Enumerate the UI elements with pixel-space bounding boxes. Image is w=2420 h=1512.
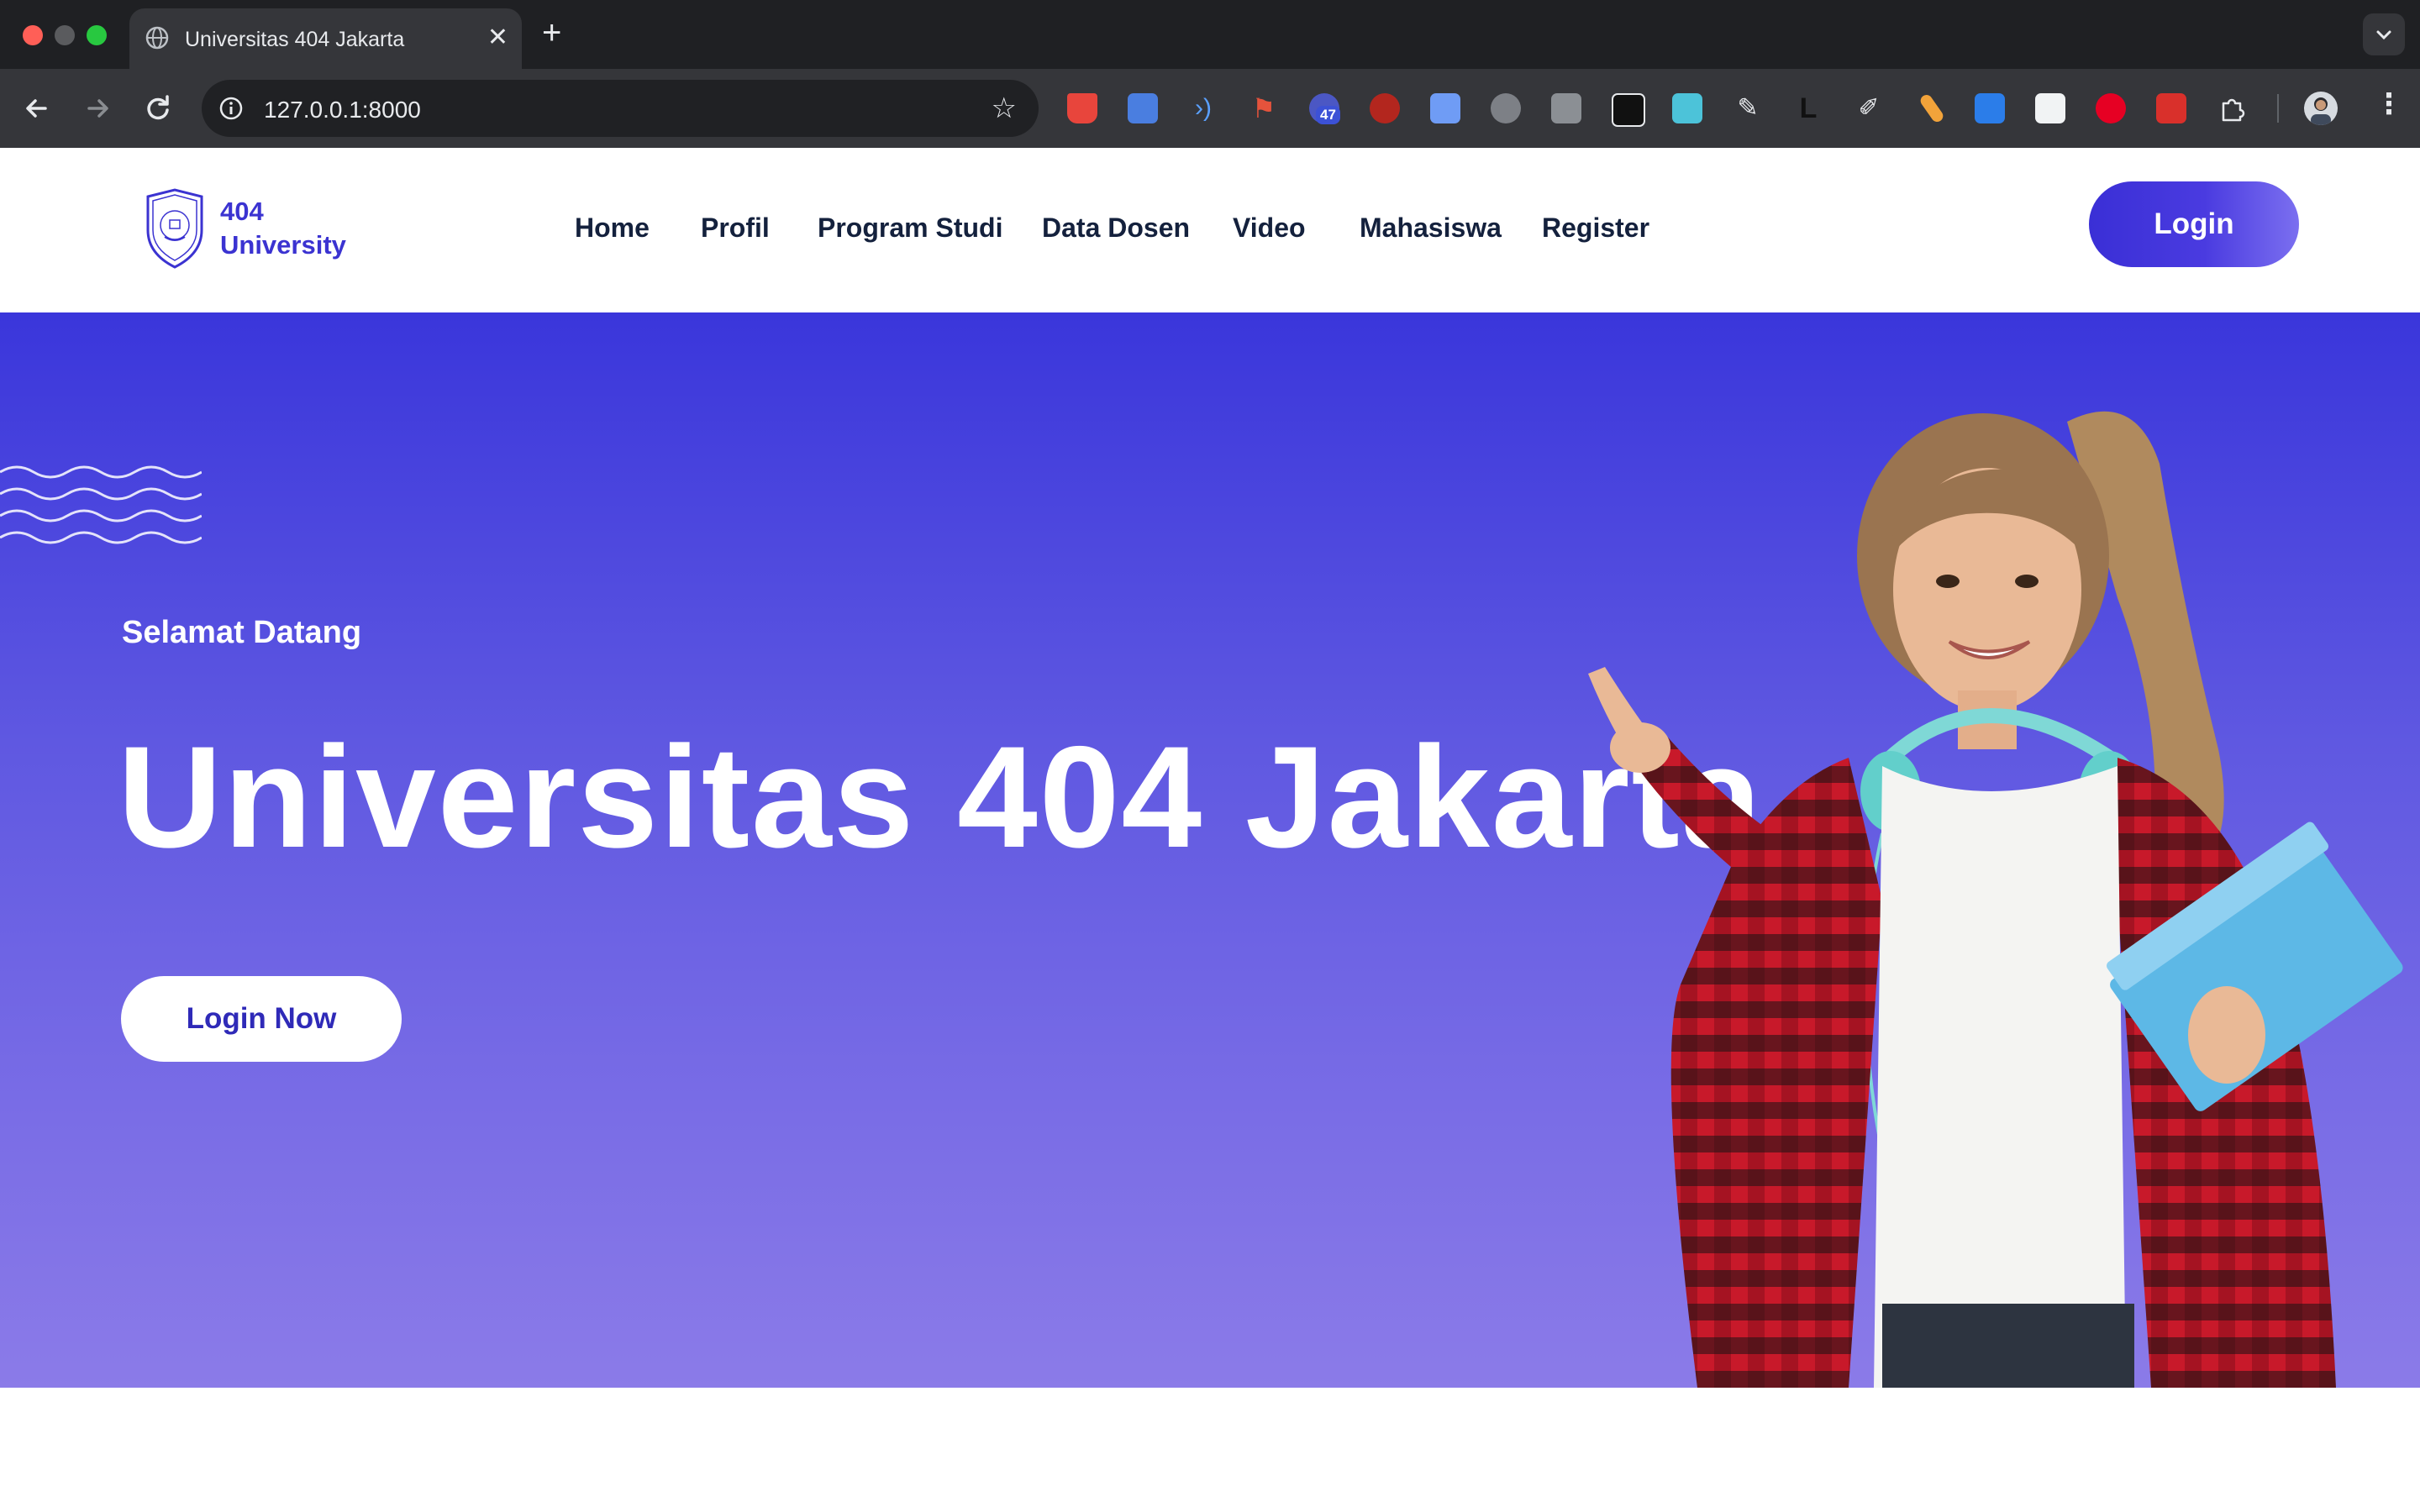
close-window-button[interactable] bbox=[23, 25, 43, 45]
extension-badge-count: 47 bbox=[1316, 106, 1340, 124]
back-arrow-icon[interactable] bbox=[18, 90, 55, 127]
pocket-extension-icon[interactable] bbox=[1067, 93, 1097, 123]
tab-title: Universitas 404 Jakarta bbox=[185, 28, 405, 51]
nav-item-video[interactable]: Video bbox=[1233, 213, 1306, 244]
login-button[interactable]: Login bbox=[2089, 181, 2299, 267]
logo-line-1: 404 bbox=[220, 197, 264, 226]
login-now-button[interactable]: Login Now bbox=[121, 976, 402, 1062]
forward-arrow-icon[interactable] bbox=[79, 90, 116, 127]
logo-wordmark[interactable]: 404 University bbox=[220, 195, 346, 262]
pinterest-extension-icon[interactable] bbox=[2096, 93, 2126, 123]
bookmark-star-icon[interactable]: ☆ bbox=[992, 93, 1017, 123]
site-header: 404 University Home Profil Program Studi… bbox=[0, 148, 2420, 312]
eyedropper-extension-icon[interactable]: ✎ bbox=[1733, 93, 1763, 123]
hero-greeting: Selamat Datang bbox=[122, 615, 362, 650]
new-tab-button[interactable]: + bbox=[542, 14, 561, 51]
notion-extension-icon[interactable] bbox=[1612, 93, 1645, 127]
dropper-extension-icon[interactable]: ✐ bbox=[1854, 93, 1884, 123]
person-icon bbox=[2311, 97, 2331, 125]
s-extension-icon[interactable] bbox=[1975, 93, 2005, 123]
docs-extension-icon[interactable] bbox=[1430, 93, 1460, 123]
color-extension-icon[interactable] bbox=[1672, 93, 1702, 123]
runner-extension-icon[interactable]: ⚑ bbox=[1249, 93, 1279, 123]
toolbar-divider bbox=[2277, 94, 2279, 123]
puzzle-extensions-icon[interactable] bbox=[2217, 93, 2247, 123]
nav-item-register[interactable]: Register bbox=[1542, 213, 1649, 244]
browser-toolbar: 127.0.0.1:8000 ☆ ›) ⚑ 47 ✎ L ✐ ⋮ bbox=[0, 69, 2420, 148]
nav-item-mahasiswa[interactable]: Mahasiswa bbox=[1360, 213, 1502, 244]
read-aloud-extension-icon[interactable]: ›) bbox=[1188, 93, 1218, 123]
pencil-extension-icon[interactable] bbox=[1918, 92, 1946, 124]
address-bar[interactable]: 127.0.0.1:8000 ☆ bbox=[202, 80, 1039, 137]
browser-tab-strip: Universitas 404 Jakarta ✕ + bbox=[0, 0, 2420, 69]
hero-section: Selamat Datang Universitas 404 Jakarta L… bbox=[0, 312, 2420, 1388]
maximize-window-button[interactable] bbox=[87, 25, 107, 45]
globe-icon bbox=[145, 26, 169, 50]
blocker-extension-icon[interactable] bbox=[1491, 93, 1521, 123]
wave-decoration-icon bbox=[0, 465, 202, 544]
reload-icon[interactable] bbox=[139, 90, 176, 127]
chevron-down-icon bbox=[2376, 30, 2391, 40]
profile-avatar[interactable] bbox=[2304, 92, 2338, 125]
url-text[interactable]: 127.0.0.1:8000 bbox=[264, 97, 421, 123]
m-extension-icon[interactable] bbox=[2156, 93, 2186, 123]
l-extension-icon[interactable]: L bbox=[1793, 93, 1823, 123]
tab-search-button[interactable] bbox=[2363, 13, 2405, 55]
translate-extension-icon[interactable] bbox=[1128, 93, 1158, 123]
print-extension-icon[interactable] bbox=[2035, 93, 2065, 123]
student-image bbox=[1588, 411, 2403, 1388]
nav-item-home[interactable]: Home bbox=[575, 213, 650, 244]
logo-line-2: University bbox=[220, 230, 346, 260]
nav-item-program-studi[interactable]: Program Studi bbox=[818, 213, 1002, 244]
info-icon[interactable] bbox=[218, 96, 244, 121]
browser-menu-icon[interactable]: ⋮ bbox=[2375, 87, 2403, 121]
ublock-extension-icon[interactable] bbox=[1370, 93, 1400, 123]
close-tab-icon[interactable]: ✕ bbox=[487, 24, 508, 52]
browser-tab[interactable]: Universitas 404 Jakarta ✕ bbox=[129, 8, 522, 69]
calendar-extension-icon[interactable] bbox=[1551, 93, 1581, 123]
minimize-window-button[interactable] bbox=[55, 25, 75, 45]
nav-item-profil[interactable]: Profil bbox=[701, 213, 770, 244]
university-crest-icon[interactable] bbox=[143, 188, 207, 269]
nav-item-data-dosen[interactable]: Data Dosen bbox=[1042, 213, 1190, 244]
